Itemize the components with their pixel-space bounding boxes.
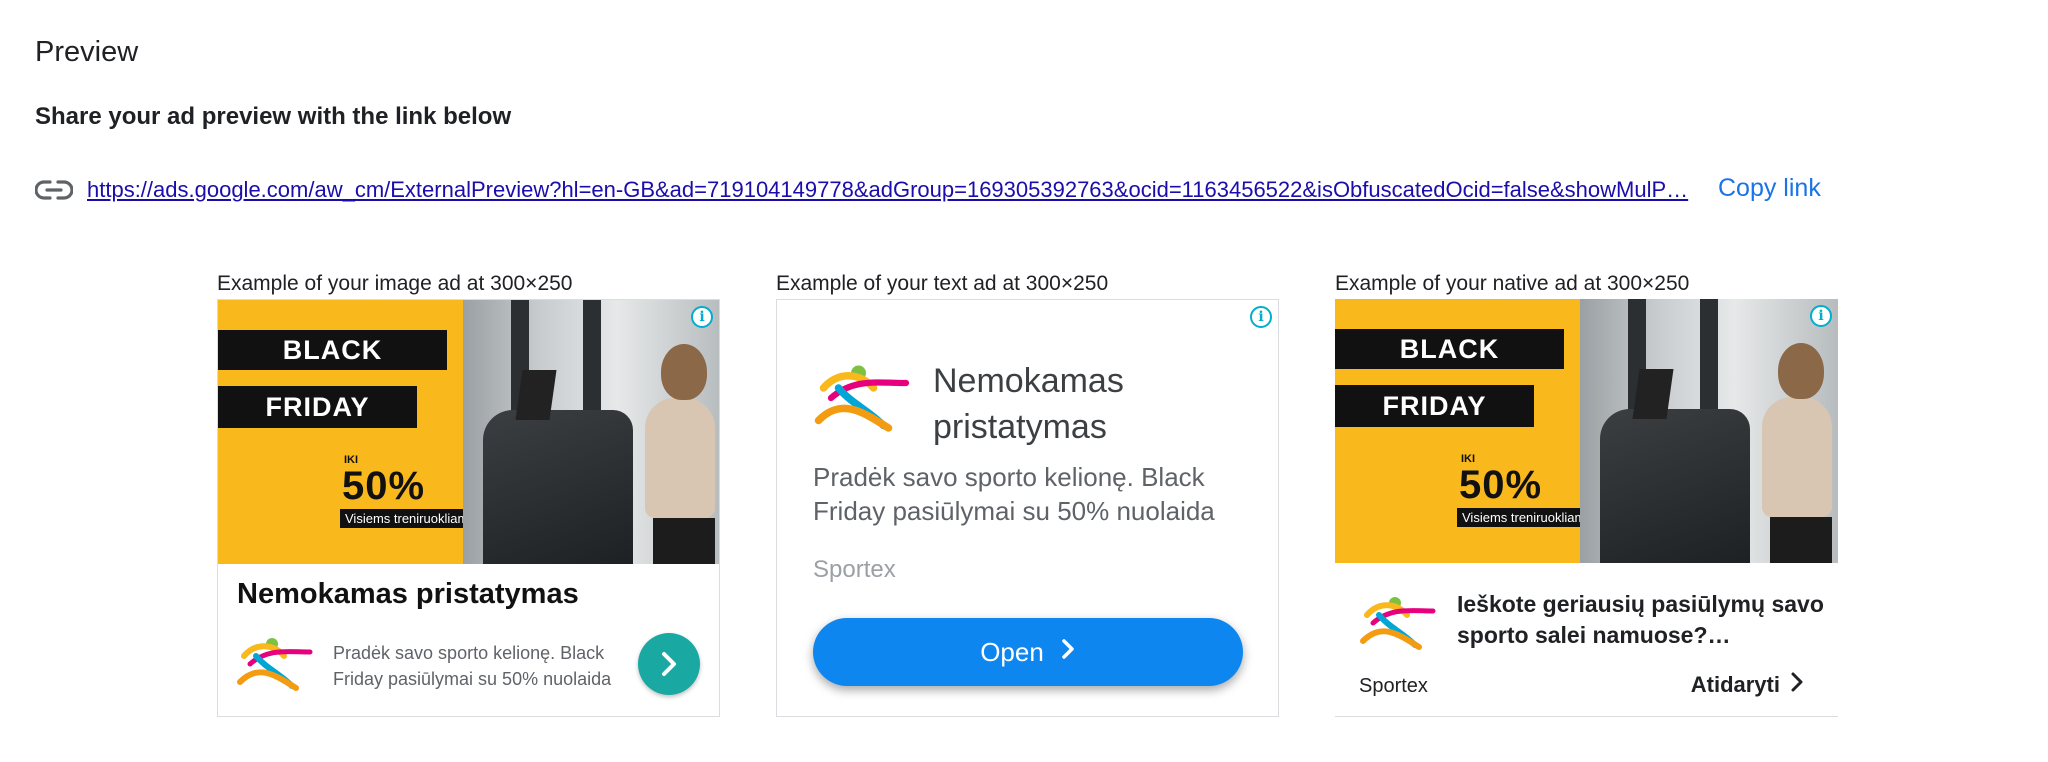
info-icon[interactable]: i [1250,306,1272,328]
text-ad-description: Pradėk savo sporto kelionę. Black Friday… [813,462,1215,526]
image-ad-frame[interactable]: i BLACK FRIDAY IKI 50% Visiems treniruok… [217,299,720,717]
page-title: Preview [35,36,139,68]
preview-link-row: https://ads.google.com/aw_cm/ExternalPre… [34,172,1755,208]
banner-friday-label: FRIDAY [218,386,417,428]
chevron-right-icon [1060,637,1076,668]
banner-sub-label: Visiems treniruokliams [1457,508,1597,527]
preview-link[interactable]: https://ads.google.com/aw_cm/ExternalPre… [87,177,1755,203]
text-ad-headline: Nemokamas pristatymas [933,362,1124,446]
chevron-right-icon[interactable] [638,633,700,695]
sportex-logo-icon [234,634,314,699]
banner-friday-label: FRIDAY [1335,385,1534,427]
copy-link-button[interactable]: Copy link [1718,174,1821,203]
open-cta-button[interactable]: Atidaryti [1691,671,1804,699]
banner-text-panel: BLACK FRIDAY IKI 50% Visiems treniruokli… [218,300,480,564]
treadmill-photo [463,300,719,564]
native-ad-advertiser: Sportex [1359,675,1428,697]
banner-percent-label: 50% [342,464,426,508]
banner-text-panel: BLACK FRIDAY IKI 50% Visiems treniruokli… [1335,299,1597,563]
banner-sub-label: Visiems treniruokliams [340,509,480,528]
open-button[interactable]: Open [813,618,1243,686]
black-friday-banner[interactable]: BLACK FRIDAY IKI 50% Visiems treniruokli… [1335,299,1838,563]
info-icon[interactable]: i [1810,305,1832,327]
native-ad-preview: Example of your native ad at 300×250 i B… [1335,272,1838,717]
image-ad-preview: Example of your image ad at 300×250 i BL… [217,272,720,717]
open-cta-label: Atidaryti [1690,672,1780,697]
image-ad-description: Pradėk savo sporto kelionę. Black Friday… [333,643,612,689]
text-ad-caption: Example of your text ad at 300×250 [776,272,1109,295]
sportex-logo-icon [811,360,911,441]
native-ad-frame[interactable]: i BLACK FRIDAY IKI 50% Visiems treniruok… [1335,299,1838,717]
image-ad-caption: Example of your image ad at 300×250 [217,272,573,295]
treadmill-photo [1580,299,1838,563]
text-ad-frame[interactable]: i Nemokamas pristatymas Pradėk savo spor… [776,299,1279,717]
native-ad-headline: Ieškote geriausių pasiūlymų savo sporto … [1457,591,1824,648]
share-heading: Share your ad preview with the link belo… [35,103,512,130]
sportex-logo-icon [1357,593,1437,658]
banner-percent-label: 50% [1459,463,1543,507]
text-ad-preview: Example of your text ad at 300×250 i Nem… [776,272,1279,717]
native-ad-caption: Example of your native ad at 300×250 [1335,272,1690,295]
banner-black-label: BLACK [218,330,447,370]
black-friday-banner[interactable]: BLACK FRIDAY IKI 50% Visiems treniruokli… [218,300,719,564]
open-button-label: Open [980,636,1044,667]
link-icon [34,178,74,202]
text-ad-advertiser: Sportex [813,556,896,583]
banner-black-label: BLACK [1335,329,1564,369]
image-ad-headline: Nemokamas pristatymas [237,578,579,610]
info-icon[interactable]: i [691,306,713,328]
chevron-right-icon [1790,671,1804,699]
